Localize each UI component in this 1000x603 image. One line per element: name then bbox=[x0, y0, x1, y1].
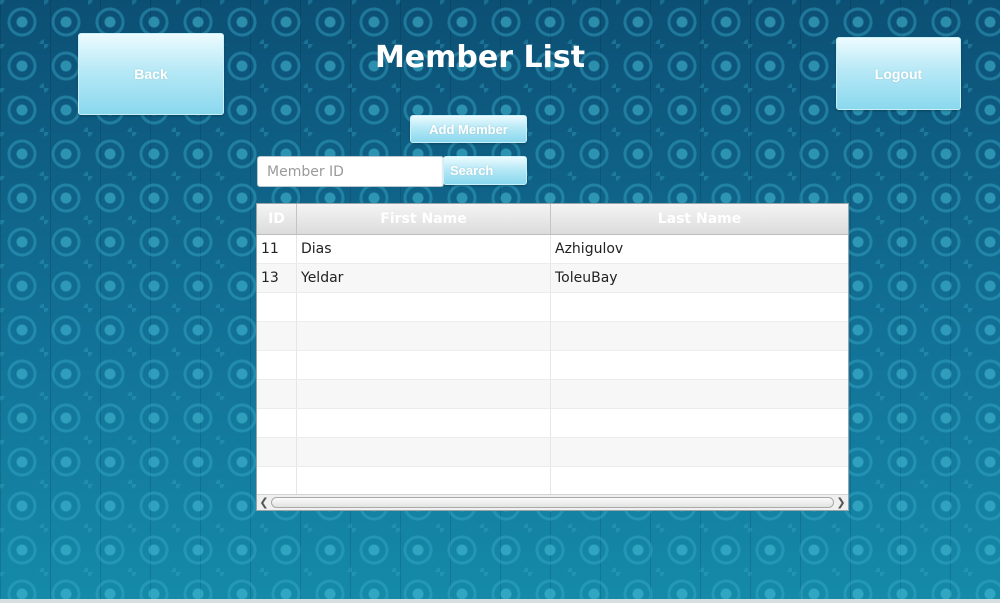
cell-last-name bbox=[551, 351, 848, 379]
cell-first-name: Dias bbox=[297, 235, 551, 263]
cell-id bbox=[257, 322, 297, 350]
column-header-first-name[interactable]: First Name bbox=[297, 204, 551, 234]
chevron-left-icon[interactable]: ❮ bbox=[257, 496, 271, 510]
cell-last-name bbox=[551, 438, 848, 466]
member-table: ID First Name Last Name 11 Dias Azhigulo… bbox=[256, 203, 849, 511]
cell-first-name bbox=[297, 409, 551, 437]
cell-id bbox=[257, 409, 297, 437]
cell-first-name bbox=[297, 438, 551, 466]
table-header: ID First Name Last Name bbox=[257, 204, 848, 235]
chevron-right-icon[interactable]: ❯ bbox=[834, 496, 848, 510]
member-id-search-input[interactable] bbox=[257, 156, 444, 187]
table-row[interactable]: 13 Yeldar ToleuBay bbox=[257, 264, 848, 293]
cell-first-name: Yeldar bbox=[297, 264, 551, 292]
add-member-button[interactable]: Add Member bbox=[410, 115, 527, 143]
scrollbar-thumb[interactable] bbox=[271, 497, 834, 508]
cell-first-name bbox=[297, 351, 551, 379]
search-button[interactable]: Search bbox=[443, 156, 527, 185]
column-header-last-name[interactable]: Last Name bbox=[551, 204, 848, 234]
cell-first-name bbox=[297, 380, 551, 408]
table-row[interactable]: 11 Dias Azhigulov bbox=[257, 235, 848, 264]
table-row[interactable] bbox=[257, 467, 848, 496]
cell-first-name bbox=[297, 322, 551, 350]
cell-last-name bbox=[551, 409, 848, 437]
cell-last-name bbox=[551, 467, 848, 495]
cell-id bbox=[257, 293, 297, 321]
cell-id: 11 bbox=[257, 235, 297, 263]
cell-last-name: ToleuBay bbox=[555, 270, 618, 286]
cell-id bbox=[257, 380, 297, 408]
cell-id: 13 bbox=[257, 264, 297, 292]
table-row[interactable] bbox=[257, 409, 848, 438]
cell-first-name bbox=[297, 293, 551, 321]
table-row[interactable] bbox=[257, 380, 848, 409]
cell-id bbox=[257, 351, 297, 379]
cell-last-name: Azhigulov bbox=[555, 241, 624, 257]
table-row[interactable] bbox=[257, 322, 848, 351]
cell-last-name bbox=[551, 322, 848, 350]
cell-id bbox=[257, 467, 297, 495]
cell-last-name bbox=[551, 380, 848, 408]
cell-last-name bbox=[551, 293, 848, 321]
horizontal-scrollbar[interactable]: ❮ ❯ bbox=[257, 494, 848, 510]
logout-button[interactable]: Logout bbox=[836, 37, 961, 110]
table-row[interactable] bbox=[257, 351, 848, 380]
table-row[interactable] bbox=[257, 438, 848, 467]
bottom-status-strip bbox=[0, 599, 1000, 603]
back-button[interactable]: Back bbox=[78, 33, 224, 115]
table-row[interactable] bbox=[257, 293, 848, 322]
page-title: Member List bbox=[374, 40, 586, 75]
cell-id bbox=[257, 438, 297, 466]
column-header-id[interactable]: ID bbox=[257, 204, 297, 234]
cell-first-name bbox=[297, 467, 551, 495]
